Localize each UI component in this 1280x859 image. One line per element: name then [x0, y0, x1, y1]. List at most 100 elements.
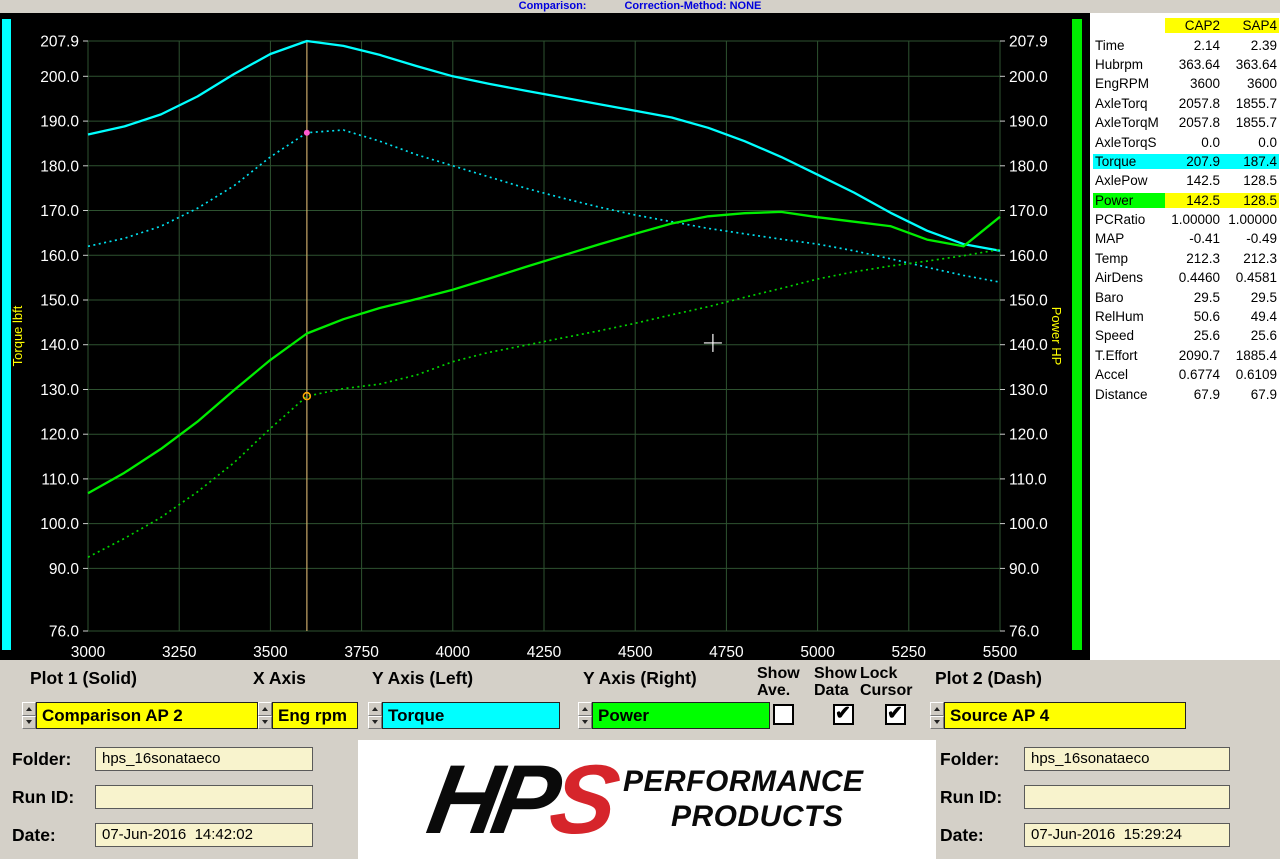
channel-value-cap2: 0.4460: [1165, 270, 1222, 285]
table-row: T.Effort2090.71885.4: [1093, 346, 1279, 365]
folder-field-right[interactable]: hps_16sonataeco: [1024, 747, 1230, 771]
yleft-spinner[interactable]: [368, 702, 382, 729]
channel-label: Time: [1093, 38, 1165, 53]
channel-value-sap4: 212.3: [1222, 251, 1279, 266]
spin-down-icon[interactable]: [22, 716, 36, 730]
channel-value-cap2: 142.5: [1165, 173, 1222, 188]
yright-selector[interactable]: Power: [578, 702, 770, 729]
show-data-label-line2: Data: [814, 682, 857, 699]
table-row: AxleTorqM2057.81855.7: [1093, 113, 1279, 132]
col-header-sap4: SAP4: [1222, 18, 1279, 33]
svg-text:170.0: 170.0: [1009, 203, 1048, 220]
svg-text:5250: 5250: [892, 644, 927, 660]
svg-text:100.0: 100.0: [1009, 516, 1048, 533]
dyno-chart[interactable]: 207.9207.9200.0200.0190.0190.0180.0180.0…: [0, 13, 1090, 660]
svg-text:110.0: 110.0: [41, 471, 79, 488]
plot2-selector[interactable]: Source AP 4: [930, 702, 1186, 729]
hps-logo-text: PERFORMANCE PRODUCTS: [623, 765, 864, 834]
channel-label: Hubrpm: [1093, 57, 1165, 72]
plot2-value[interactable]: Source AP 4: [944, 702, 1186, 729]
xaxis-spinner[interactable]: [258, 702, 272, 729]
channel-value-cap2: 67.9: [1165, 387, 1222, 402]
hps-logo-letters: HPS: [422, 753, 619, 846]
channel-value-cap2: 0.6774: [1165, 367, 1222, 382]
plot1-spinner[interactable]: [22, 702, 36, 729]
svg-text:4250: 4250: [527, 644, 562, 660]
table-row: MAP-0.41-0.49: [1093, 229, 1279, 248]
channel-value-sap4: 1885.4: [1222, 348, 1279, 363]
channel-label: Power: [1093, 193, 1165, 208]
yleft-value[interactable]: Torque: [382, 702, 560, 729]
folder-field-left[interactable]: hps_16sonataeco: [95, 747, 313, 771]
svg-text:5000: 5000: [800, 644, 835, 660]
channel-value-cap2: 363.64: [1165, 57, 1222, 72]
svg-text:200.0: 200.0: [1009, 69, 1048, 86]
channel-value-cap2: 2057.8: [1165, 96, 1222, 111]
channel-label: Temp: [1093, 251, 1165, 266]
show-ave-checkbox[interactable]: [773, 704, 794, 725]
runid-field-right[interactable]: [1024, 785, 1230, 809]
spin-down-icon[interactable]: [578, 716, 592, 730]
svg-text:3500: 3500: [253, 644, 288, 660]
lock-cursor-label: Lock Cursor: [860, 665, 912, 699]
channel-label: Distance: [1093, 387, 1165, 402]
channel-value-sap4: 49.4: [1222, 309, 1279, 324]
table-row: Speed25.625.6: [1093, 326, 1279, 345]
lock-cursor-checkbox[interactable]: [885, 704, 906, 725]
channel-value-cap2: 2.14: [1165, 38, 1222, 53]
xaxis-value[interactable]: Eng rpm: [272, 702, 358, 729]
spin-up-icon[interactable]: [578, 702, 592, 716]
folder-label-left: Folder:: [12, 749, 71, 770]
svg-text:120.0: 120.0: [40, 427, 79, 444]
yright-value[interactable]: Power: [592, 702, 770, 729]
spin-up-icon[interactable]: [930, 702, 944, 716]
plot1-value[interactable]: Comparison AP 2: [36, 702, 258, 729]
channel-label: AxleTorq: [1093, 96, 1165, 111]
svg-text:90.0: 90.0: [49, 561, 80, 578]
svg-text:76.0: 76.0: [49, 624, 80, 641]
svg-text:140.0: 140.0: [1009, 337, 1048, 354]
spin-up-icon[interactable]: [368, 702, 382, 716]
yright-spinner[interactable]: [578, 702, 592, 729]
channel-value-sap4: 29.5: [1222, 290, 1279, 305]
plot2-spinner[interactable]: [930, 702, 944, 729]
runid-label-left: Run ID:: [12, 787, 74, 808]
show-data-label-line1: Show: [814, 665, 857, 682]
spin-down-icon[interactable]: [258, 716, 272, 730]
lock-cursor-label-line2: Cursor: [860, 682, 912, 699]
channel-value-sap4: 0.4581: [1222, 270, 1279, 285]
spin-up-icon[interactable]: [258, 702, 272, 716]
spin-down-icon[interactable]: [368, 716, 382, 730]
svg-text:207.9: 207.9: [1009, 34, 1048, 51]
col-header-cap2: CAP2: [1165, 18, 1222, 33]
table-row: Hubrpm363.64363.64: [1093, 55, 1279, 74]
table-row: AirDens0.44600.4581: [1093, 268, 1279, 287]
show-data-checkbox[interactable]: [833, 704, 854, 725]
table-row: Accel0.67740.6109: [1093, 365, 1279, 384]
runid-label-right: Run ID:: [940, 787, 1002, 808]
table-row: AxlePow142.5128.5: [1093, 171, 1279, 190]
svg-text:3250: 3250: [162, 644, 197, 660]
dyno-chart-svg[interactable]: 207.9207.9200.0200.0190.0190.0180.0180.0…: [0, 13, 1090, 660]
table-header-row: CAP2SAP4: [1093, 16, 1279, 35]
runid-field-left[interactable]: [95, 785, 313, 809]
spin-up-icon[interactable]: [22, 702, 36, 716]
channel-value-cap2: 2090.7: [1165, 348, 1222, 363]
date-field-right[interactable]: 07-Jun-2016 15:29:24: [1024, 823, 1230, 847]
date-field-left[interactable]: 07-Jun-2016 14:42:02: [95, 823, 313, 847]
plot2-label: Plot 2 (Dash): [935, 668, 1042, 689]
xaxis-selector[interactable]: Eng rpm: [258, 702, 358, 729]
svg-text:190.0: 190.0: [40, 114, 79, 131]
channel-label: Torque: [1093, 154, 1165, 169]
spin-down-icon[interactable]: [930, 716, 944, 730]
plot1-selector[interactable]: Comparison AP 2: [22, 702, 258, 729]
table-row: Torque207.9187.4: [1093, 152, 1279, 171]
svg-text:3000: 3000: [71, 644, 106, 660]
svg-text:170.0: 170.0: [40, 203, 79, 220]
yleft-selector[interactable]: Torque: [368, 702, 560, 729]
table-row: EngRPM36003600: [1093, 74, 1279, 93]
channel-value-cap2: 3600: [1165, 76, 1222, 91]
xaxis-label: X Axis: [253, 668, 306, 689]
channel-value-cap2: 142.5: [1165, 193, 1222, 208]
folder-label-right: Folder:: [940, 749, 999, 770]
